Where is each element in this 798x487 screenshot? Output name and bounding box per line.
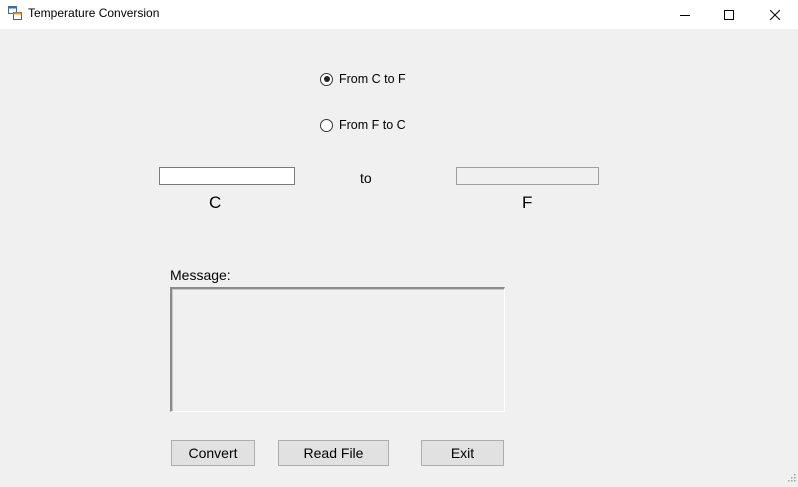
radio-button-icon: [320, 72, 333, 86]
celsius-input[interactable]: [159, 167, 295, 185]
convert-button[interactable]: Convert: [171, 440, 255, 466]
read-file-button[interactable]: Read File: [278, 440, 389, 466]
radio-c-to-f-label: From C to F: [339, 72, 406, 86]
radio-button-icon: [320, 118, 333, 132]
fahrenheit-output[interactable]: [456, 167, 599, 185]
minimize-button[interactable]: [662, 0, 708, 29]
radio-selected-dot: [323, 76, 330, 82]
radio-f-to-c-label: From F to C: [339, 118, 406, 132]
radio-c-to-f[interactable]: From C to F: [320, 71, 406, 87]
close-icon: [770, 9, 780, 20]
message-label: Message:: [170, 267, 231, 283]
output-unit-label: F: [522, 193, 533, 212]
to-label: to: [360, 170, 372, 186]
window-title: Temperature Conversion: [28, 6, 160, 20]
maximize-icon: [724, 9, 734, 20]
app-icon: [8, 6, 22, 20]
input-unit-label: C: [209, 193, 222, 212]
message-box[interactable]: [170, 287, 505, 412]
exit-button[interactable]: Exit: [421, 440, 504, 466]
resize-grip-icon[interactable]: [786, 469, 796, 482]
close-button[interactable]: [752, 0, 798, 29]
title-bar: Temperature Conversion: [0, 0, 798, 29]
minimize-icon: [680, 14, 690, 16]
maximize-button[interactable]: [706, 0, 752, 29]
radio-f-to-c[interactable]: From F to C: [320, 117, 406, 133]
